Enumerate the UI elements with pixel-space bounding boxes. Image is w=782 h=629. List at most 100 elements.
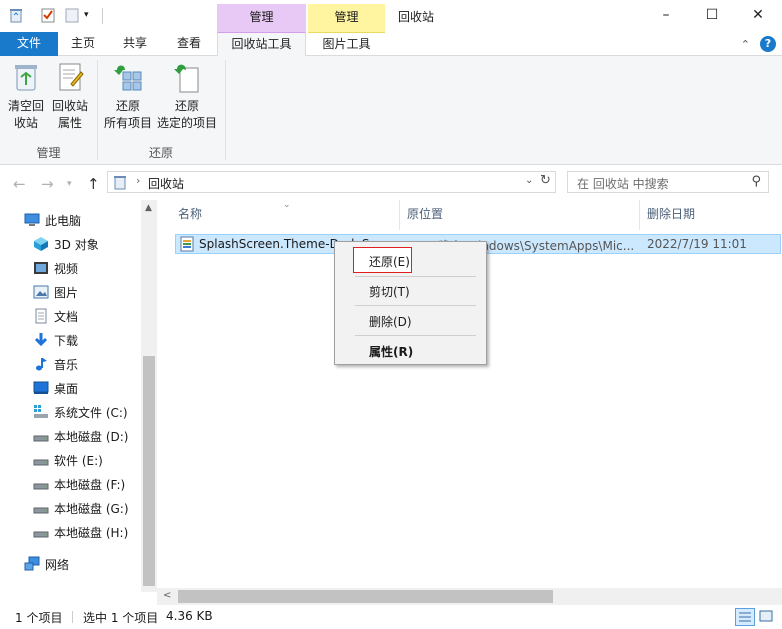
recent-locations-chevron-icon[interactable]: ▾ xyxy=(67,179,72,189)
restore-all-label-1: 还原 xyxy=(115,99,140,113)
nav-item-label: 本地磁盘 (H:) xyxy=(54,525,129,540)
nav-item-label: 下载 xyxy=(54,333,79,348)
nav-item-label: 本地磁盘 (G:) xyxy=(54,501,129,516)
xml-file-icon xyxy=(179,236,195,255)
nav-item[interactable]: 文档 xyxy=(33,306,78,326)
recycle-bin-address-icon xyxy=(112,174,128,193)
group-label-manage: 管理 xyxy=(36,146,61,160)
collapse-ribbon-icon[interactable]: ⌃ xyxy=(741,38,750,51)
help-icon[interactable]: ? xyxy=(760,36,776,52)
column-divider[interactable] xyxy=(399,200,400,230)
drive-icon xyxy=(33,476,49,492)
status-bar: 1 个项目 选中 1 个项目 4.36 KB xyxy=(0,605,782,629)
scroll-left-icon[interactable]: < xyxy=(163,590,171,601)
system-drive-icon xyxy=(33,404,49,420)
tab-share[interactable]: 共享 xyxy=(114,32,156,56)
nav-item[interactable]: 视频 xyxy=(33,258,78,278)
address-dropdown-icon[interactable]: ⌄ xyxy=(525,175,533,186)
nav-item[interactable]: 本地磁盘 (F:) xyxy=(33,474,125,494)
nav-item[interactable]: 图片 xyxy=(33,282,78,302)
desktop-icon xyxy=(33,380,49,396)
nav-item-label: 软件 (E:) xyxy=(54,453,103,468)
nav-item[interactable]: 桌面 xyxy=(33,378,78,398)
drive-icon xyxy=(33,524,49,540)
tab-recycle-bin-tools[interactable]: 回收站工具 xyxy=(217,32,306,57)
forward-arrow-icon[interactable]: → xyxy=(41,175,54,193)
recycle-bin-app-icon xyxy=(8,7,24,23)
status-selected-count: 选中 1 个项目 xyxy=(83,611,159,625)
nav-item-label: 视频 xyxy=(54,261,79,276)
empty-recycle-bin-button[interactable]: 清空回 收站 xyxy=(6,60,46,132)
nav-item[interactable]: 系统文件 (C:) xyxy=(33,402,128,422)
horizontal-scrollbar[interactable]: < xyxy=(157,588,782,605)
properties-icon xyxy=(53,60,87,94)
horizontal-scroll-thumb[interactable] xyxy=(178,590,553,603)
document-icon xyxy=(33,308,49,324)
new-folder-icon[interactable] xyxy=(64,7,80,23)
up-arrow-icon[interactable]: ↑ xyxy=(87,175,100,193)
nav-pane-scroll-thumb[interactable] xyxy=(143,356,155,586)
nav-item[interactable]: 音乐 xyxy=(33,354,78,374)
recycle-bin-properties-button[interactable]: 回收站 属性 xyxy=(49,60,91,132)
column-header-name[interactable]: 名称 xyxy=(178,206,202,232)
properties-check-icon[interactable] xyxy=(40,7,56,23)
breadcrumb-separator-icon[interactable]: › xyxy=(136,174,140,187)
restore-selected-items-button[interactable]: 还原 选定的项目 xyxy=(156,60,218,132)
nav-item[interactable]: 3D 对象 xyxy=(33,234,99,254)
menu-item-restore[interactable]: 还原(E) xyxy=(369,253,410,270)
address-bar[interactable]: › 回收站 ⌄ ↻ xyxy=(107,171,556,193)
menu-item-cut[interactable]: 剪切(T) xyxy=(369,283,410,300)
menu-separator xyxy=(355,276,476,277)
nav-item[interactable]: 下载 xyxy=(33,330,78,350)
minimize-button[interactable]: – xyxy=(643,0,689,30)
menu-item-properties[interactable]: 属性(R) xyxy=(369,343,413,360)
search-box[interactable]: 在 回收站 中搜索 ⚲ xyxy=(567,171,769,193)
network-icon xyxy=(24,556,40,572)
tab-home[interactable]: 主页 xyxy=(62,32,104,56)
column-header-original-location[interactable]: 原位置 xyxy=(407,206,443,232)
nav-item-label: 本地磁盘 (F:) xyxy=(54,477,126,492)
drive-icon xyxy=(33,500,49,516)
nav-item[interactable]: 此电脑 xyxy=(24,210,81,230)
nav-item[interactable]: 软件 (E:) xyxy=(33,450,103,470)
tab-picture-tools[interactable]: 图片工具 xyxy=(308,32,385,56)
nav-item[interactable]: 网络 xyxy=(24,554,69,574)
picture-icon xyxy=(33,284,49,300)
navigation-bar: ← → ▾ ↑ › 回收站 ⌄ ↻ 在 回收站 中搜索 ⚲ xyxy=(0,166,782,200)
column-divider[interactable] xyxy=(639,200,640,230)
qat-divider xyxy=(102,8,103,24)
refresh-icon[interactable]: ↻ xyxy=(540,173,551,188)
menu-item-delete[interactable]: 删除(D) xyxy=(369,313,412,330)
large-icons-view-icon[interactable] xyxy=(757,608,777,626)
restore-selected-label-1: 还原 xyxy=(174,99,199,113)
menu-separator xyxy=(355,335,476,336)
search-placeholder: 在 回收站 中搜索 xyxy=(577,177,669,191)
download-icon xyxy=(33,332,49,348)
tab-view[interactable]: 查看 xyxy=(166,32,212,56)
context-header-manage-recycle: 管理 xyxy=(217,4,306,32)
qat-dropdown-icon[interactable]: ▾ xyxy=(84,7,100,23)
tab-file[interactable]: 文件 xyxy=(0,32,58,56)
close-button[interactable]: ✕ xyxy=(735,0,781,30)
nav-item[interactable]: 本地磁盘 (G:) xyxy=(33,498,129,518)
recycle-bin-properties-label-1: 回收站 xyxy=(51,99,88,113)
music-icon xyxy=(33,356,49,372)
restore-all-items-button[interactable]: 还原 所有项目 xyxy=(102,60,154,132)
nav-pane-scrollbar[interactable]: ▲ xyxy=(141,200,157,592)
ribbon-panel: 清空回 收站 回收站 属性 还原 所有项目 还原 选定的项目 管理 还原 xyxy=(0,56,782,165)
context-menu: 还原(E) 剪切(T) 删除(D) 属性(R) xyxy=(334,241,487,365)
status-divider xyxy=(72,611,73,623)
maximize-button[interactable]: ☐ xyxy=(689,0,735,30)
column-header-date-deleted[interactable]: 删除日期 xyxy=(647,206,695,232)
empty-recycle-bin-label-1: 清空回 xyxy=(7,99,44,113)
context-header-manage-picture: 管理 xyxy=(308,4,385,32)
nav-item[interactable]: 本地磁盘 (D:) xyxy=(33,426,128,446)
scroll-up-icon[interactable]: ▲ xyxy=(145,203,152,213)
status-selected-size: 4.36 KB xyxy=(166,609,213,623)
details-view-icon[interactable] xyxy=(735,608,755,626)
back-arrow-icon[interactable]: ← xyxy=(13,175,26,193)
breadcrumb-recycle-bin[interactable]: 回收站 xyxy=(148,175,184,192)
search-icon[interactable]: ⚲ xyxy=(751,174,761,189)
nav-item[interactable]: 本地磁盘 (H:) xyxy=(33,522,128,542)
restore-selected-label-2: 选定的项目 xyxy=(156,116,217,130)
